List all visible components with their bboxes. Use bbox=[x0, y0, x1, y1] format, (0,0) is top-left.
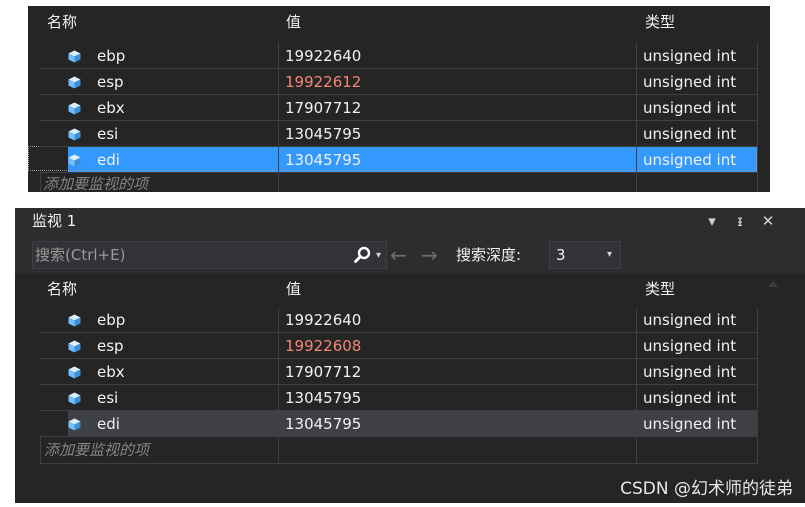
close-icon[interactable]: ✕ bbox=[759, 208, 777, 234]
window-menu-dropdown-icon[interactable]: ▾ bbox=[703, 208, 721, 234]
search-box: ▾ bbox=[32, 241, 387, 269]
variable-type: unsigned int bbox=[643, 311, 737, 329]
column-header-value[interactable]: 值 bbox=[286, 276, 301, 302]
watch-window: 监视 1 ▾ ᵻ ✕ ▾ ← → 搜索深度: 3 ▾ 名称 值 类型 bbox=[15, 208, 805, 503]
variable-name: esi bbox=[97, 125, 119, 143]
search-input[interactable] bbox=[33, 242, 335, 268]
variable-value[interactable]: 13045795 bbox=[285, 147, 361, 173]
watch-toolbar: ▾ ← → 搜索深度: 3 ▾ bbox=[15, 234, 805, 274]
row-divider bbox=[40, 463, 758, 464]
variable-name: esp bbox=[97, 73, 124, 91]
column-divider bbox=[636, 42, 637, 192]
variable-type: unsigned int bbox=[643, 99, 737, 117]
scroll-up-arrow-icon[interactable] bbox=[768, 281, 778, 287]
variable-type: unsigned int bbox=[643, 125, 737, 143]
watch-row[interactable]: ebp 19922640 unsigned int bbox=[28, 43, 770, 69]
variable-value[interactable]: 19922640 bbox=[285, 307, 361, 333]
variable-name: edi bbox=[97, 151, 120, 169]
column-header-row: 名称 值 类型 bbox=[15, 276, 770, 302]
watch-row[interactable]: ebp 19922640 unsigned int bbox=[15, 307, 770, 333]
search-options-dropdown-icon[interactable]: ▾ bbox=[376, 246, 381, 266]
variable-icon bbox=[68, 340, 81, 353]
variable-value[interactable]: 19922640 bbox=[285, 43, 361, 69]
variable-type: unsigned int bbox=[643, 415, 737, 433]
watermark: CSDN @幻术师的徒弟 bbox=[620, 479, 793, 499]
variable-icon bbox=[68, 366, 81, 379]
watch-row[interactable]: esp 19922612 unsigned int bbox=[28, 69, 770, 95]
add-watch-row[interactable]: 添加要监视的项 bbox=[41, 437, 277, 463]
variable-icon bbox=[68, 418, 81, 431]
variable-icon bbox=[68, 76, 81, 89]
column-divider bbox=[636, 308, 637, 464]
column-divider bbox=[757, 42, 758, 192]
add-watch-row[interactable]: 添加要监视的项 bbox=[41, 172, 277, 192]
variable-type: unsigned int bbox=[643, 389, 737, 407]
variable-name: ebx bbox=[97, 363, 125, 381]
add-watch-placeholder: 添加要监视的项 bbox=[44, 441, 150, 459]
search-previous-arrow-icon[interactable]: ← bbox=[390, 241, 407, 269]
variable-value[interactable]: 17907712 bbox=[285, 359, 361, 385]
column-divider bbox=[757, 308, 758, 464]
variable-value[interactable]: 13045795 bbox=[285, 385, 361, 411]
variable-name: esi bbox=[97, 389, 119, 407]
chevron-down-icon: ▾ bbox=[606, 249, 612, 260]
column-divider bbox=[278, 308, 279, 464]
watch-row[interactable]: esi 13045795 unsigned int bbox=[28, 121, 770, 147]
variable-type: unsigned int bbox=[643, 151, 737, 169]
variable-name: esp bbox=[97, 337, 124, 355]
variable-name: ebp bbox=[97, 311, 126, 329]
watch-row[interactable]: esi 13045795 unsigned int bbox=[15, 385, 770, 411]
search-next-arrow-icon[interactable]: → bbox=[421, 241, 438, 269]
variable-name: ebx bbox=[97, 99, 125, 117]
variable-icon bbox=[68, 128, 81, 141]
window-title: 监视 1 bbox=[32, 212, 77, 230]
watch-row[interactable]: ebx 17907712 unsigned int bbox=[28, 95, 770, 121]
variable-value[interactable]: 13045795 bbox=[285, 121, 361, 147]
watch-grid-bottom: 名称 值 类型 ebp 19922640 unsigned int esp 199226… bbox=[15, 274, 805, 503]
column-header-type[interactable]: 类型 bbox=[645, 276, 675, 302]
title-bar: 监视 1 ▾ ᵻ ✕ bbox=[15, 208, 805, 234]
add-watch-placeholder: 添加要监视的项 bbox=[43, 175, 149, 192]
watch-row[interactable]: ebx 17907712 unsigned int bbox=[15, 359, 770, 385]
watch-row[interactable]: edi 13045795 unsigned int bbox=[28, 147, 770, 173]
variable-name: edi bbox=[97, 415, 120, 433]
search-icon[interactable] bbox=[353, 245, 373, 265]
variable-icon bbox=[68, 392, 81, 405]
watch-grid-top: 名称 值 类型 ebp 19922640 unsigned int esp 199226… bbox=[28, 6, 770, 192]
column-divider bbox=[278, 42, 279, 192]
search-depth-select[interactable]: 3 ▾ bbox=[549, 241, 621, 269]
variable-value[interactable]: 19922612 bbox=[285, 69, 361, 95]
watch-row[interactable]: edi 13045795 unsigned int bbox=[15, 411, 770, 437]
variable-icon bbox=[68, 154, 81, 167]
column-header-type[interactable]: 类型 bbox=[645, 9, 675, 35]
search-depth-value: 3 bbox=[556, 246, 566, 264]
variable-value[interactable]: 13045795 bbox=[285, 411, 361, 437]
variable-type: unsigned int bbox=[643, 73, 737, 91]
search-depth-label: 搜索深度: bbox=[456, 246, 522, 264]
variable-value[interactable]: 17907712 bbox=[285, 95, 361, 121]
variable-type: unsigned int bbox=[643, 337, 737, 355]
variable-icon bbox=[68, 102, 81, 115]
variable-icon bbox=[68, 314, 81, 327]
column-header-value[interactable]: 值 bbox=[286, 9, 301, 35]
variable-type: unsigned int bbox=[643, 363, 737, 381]
column-header-name[interactable]: 名称 bbox=[47, 276, 77, 302]
variable-type: unsigned int bbox=[643, 47, 737, 65]
column-header-row: 名称 值 类型 bbox=[28, 9, 770, 35]
pin-icon[interactable]: ᵻ bbox=[731, 208, 749, 234]
variable-value[interactable]: 19922608 bbox=[285, 333, 361, 359]
variable-name: ebp bbox=[97, 47, 126, 65]
watch-row[interactable]: esp 19922608 unsigned int bbox=[15, 333, 770, 359]
column-header-name[interactable]: 名称 bbox=[47, 9, 77, 35]
variable-icon bbox=[68, 50, 81, 63]
